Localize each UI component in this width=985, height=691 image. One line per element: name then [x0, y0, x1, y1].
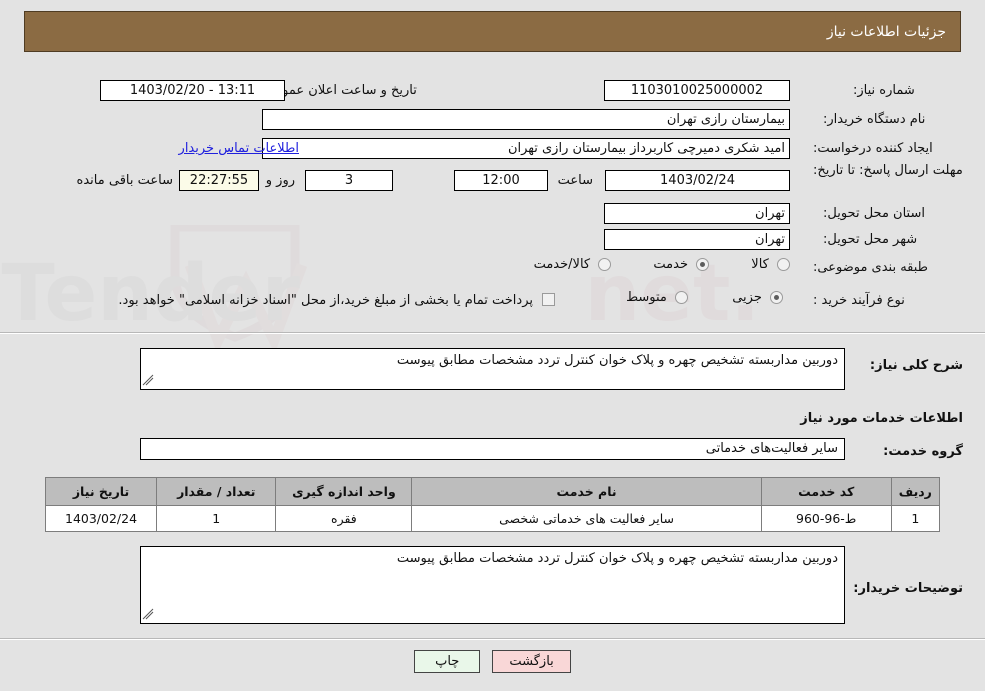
- th-quantity: تعداد / مقدار: [156, 477, 277, 506]
- page-root: جزئیات اطلاعات نیاز شماره نیاز: 11030100…: [0, 0, 985, 691]
- remaining-label: ساعت باقی مانده: [76, 173, 173, 188]
- section-divider-top: [0, 332, 985, 334]
- action-button-bar: بازگشت چاپ: [0, 650, 985, 673]
- th-unit: واحد اندازه گیری: [275, 477, 413, 506]
- th-index: ردیف: [890, 477, 941, 506]
- buyer-org-value: بیمارستان رازی تهران: [262, 109, 790, 130]
- buyer-notes-label: توضیحات خریدار:: [853, 581, 963, 596]
- service-group-label: گروه خدمت:: [883, 444, 963, 459]
- deadline-time-value: 12:00: [454, 170, 548, 191]
- treasury-checkbox[interactable]: [542, 293, 555, 306]
- back-button[interactable]: بازگشت: [492, 650, 571, 673]
- process-radio-group: جزیی متوسط: [622, 290, 783, 305]
- th-service-name: نام خدمت: [411, 477, 762, 506]
- cell-need-date: 1403/02/24: [44, 505, 158, 532]
- days-and-label: روز و: [265, 173, 295, 188]
- category-option-1[interactable]: خدمت: [645, 257, 710, 272]
- category-radio-group: کالا خدمت کالا/خدمت: [530, 257, 790, 272]
- deadline-label: مهلت ارسال پاسخ: تا تاریخ:: [813, 163, 963, 178]
- description-label: شرح کلی نیاز:: [869, 358, 963, 373]
- section-divider-bottom: [0, 638, 985, 640]
- category-option-label: خدمت: [653, 257, 688, 272]
- table-row: 1 ط-96-960 سایر فعالیت های خدماتی شخصی ف…: [44, 505, 941, 532]
- deadline-date-value: 1403/02/24: [605, 170, 790, 191]
- process-option-1[interactable]: متوسط: [622, 290, 689, 305]
- buyer-contact-link[interactable]: اطلاعات تماس خریدار: [179, 141, 299, 156]
- need-number-value: 1103010025000002: [604, 80, 790, 101]
- category-option-label: کالا: [751, 257, 769, 272]
- requester-label: ایجاد کننده درخواست:: [813, 141, 933, 156]
- buyer-notes-textarea[interactable]: دوربین مداربسته تشخیص چهره و پلاک خوان ک…: [140, 546, 845, 624]
- category-option-label: کالا/خدمت: [533, 257, 591, 272]
- category-label: طبقه بندی موضوعی:: [813, 260, 929, 275]
- description-textarea[interactable]: دوربین مداربسته تشخیص چهره و پلاک خوان ک…: [140, 348, 845, 390]
- table-header-row: ردیف کد خدمت نام خدمت واحد اندازه گیری ت…: [44, 477, 941, 506]
- cell-service-code: ط-96-960: [760, 505, 892, 532]
- province-value: تهران: [604, 203, 790, 224]
- process-option-label: جزیی: [732, 290, 762, 305]
- radio-icon[interactable]: [777, 258, 790, 271]
- city-label: شهر محل تحویل:: [823, 232, 918, 247]
- radio-icon[interactable]: [696, 258, 710, 271]
- radio-icon[interactable]: [770, 291, 783, 304]
- need-number-label: شماره نیاز:: [853, 83, 915, 98]
- countdown-value: 22:27:55: [179, 170, 259, 191]
- treasury-note: پرداخت تمام یا بخشی از مبلغ خرید،از محل …: [118, 293, 533, 308]
- process-option-0[interactable]: جزیی: [724, 290, 783, 305]
- page-header: جزئیات اطلاعات نیاز: [24, 11, 961, 52]
- radio-icon[interactable]: [598, 258, 612, 271]
- cell-service-name: سایر فعالیت های خدماتی شخصی: [411, 505, 762, 532]
- print-button[interactable]: چاپ: [414, 650, 481, 673]
- radio-icon[interactable]: [675, 291, 689, 304]
- process-option-label: متوسط: [626, 290, 667, 305]
- announce-value: 13:11 - 1403/02/20: [100, 80, 285, 101]
- category-option-2[interactable]: کالا/خدمت: [530, 257, 612, 272]
- services-heading: اطلاعات خدمات مورد نیاز: [800, 411, 963, 426]
- province-label: استان محل تحویل:: [823, 206, 925, 221]
- cell-unit: فقره: [275, 505, 413, 532]
- cell-quantity: 1: [156, 505, 277, 532]
- city-value: تهران: [604, 229, 790, 250]
- need-info-block: شماره نیاز: 1103010025000002 تاریخ و ساع…: [0, 65, 985, 320]
- buyer-org-label: نام دستگاه خریدار:: [823, 112, 926, 127]
- requester-value: امید شکری دمیرچی کاربرداز بیمارستان رازی…: [262, 138, 790, 159]
- service-group-value[interactable]: سایر فعالیت‌های خدماتی: [140, 438, 845, 460]
- deadline-hour-label: ساعت: [557, 173, 593, 188]
- th-service-code: کد خدمت: [760, 477, 892, 506]
- page-title: جزئیات اطلاعات نیاز: [826, 23, 946, 40]
- services-table: ردیف کد خدمت نام خدمت واحد اندازه گیری ت…: [44, 477, 941, 532]
- th-need-date: تاریخ نیاز: [44, 477, 158, 506]
- days-left-value: 3: [305, 170, 393, 191]
- process-label: نوع فرآیند خرید :: [813, 293, 905, 308]
- cell-index: 1: [890, 505, 941, 532]
- category-option-0[interactable]: کالا: [743, 257, 790, 272]
